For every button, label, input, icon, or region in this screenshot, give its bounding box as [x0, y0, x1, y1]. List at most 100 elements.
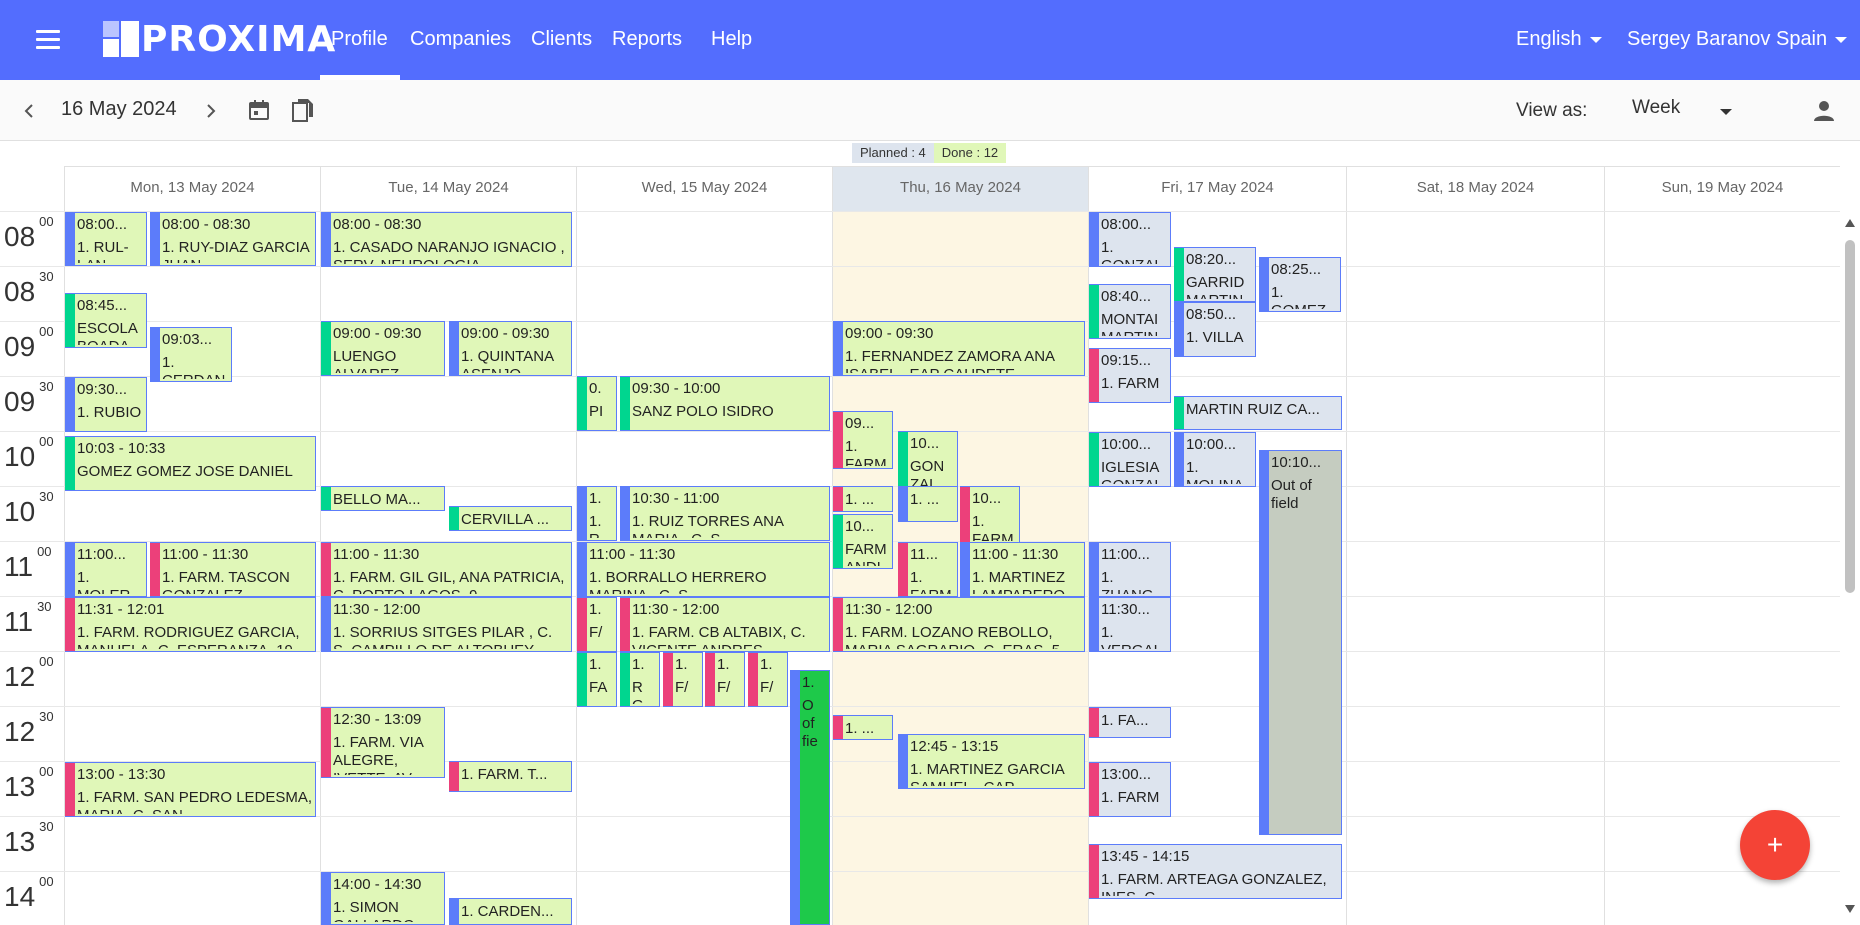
calendar-event[interactable]: CERVILLA ... [449, 506, 572, 531]
event-title: 1. MARTINEZ LAMPARERO [972, 569, 1066, 594]
language-select[interactable]: English [1516, 28, 1602, 51]
calendar-event[interactable]: 1. F/ [705, 652, 745, 707]
calendar-event[interactable]: 10... 1. FARM [960, 486, 1020, 544]
calendar-event[interactable]: 1. FARM. T... [449, 761, 572, 792]
calendar-event[interactable]: 09:15... 1. FARM [1089, 348, 1171, 403]
calendar-event[interactable]: 1. F/ [577, 597, 617, 652]
calendar-icon[interactable] [248, 99, 270, 121]
calendar-event[interactable]: 12:45 - 13:15 1. MARTINEZ GARCIA SAMUEL ,… [898, 734, 1085, 789]
calendar-event[interactable]: 08:45... ESCOLA BOADA [65, 293, 147, 348]
calendar-event[interactable]: 1. R G [620, 652, 660, 707]
calendar-event[interactable]: 14:00 - 14:30 1. SIMON GALLARDO [321, 872, 445, 925]
calendar-event[interactable]: 10:00... 1. MOLINA [1174, 432, 1256, 487]
calendar-event[interactable]: 1. F/ [748, 652, 788, 707]
calendar-event[interactable]: 10... GON ZAL [898, 431, 958, 489]
event-title: 1. FARM. VIA ALEGRE, IVETTE, AV... [333, 734, 424, 775]
calendar-event[interactable]: 09:00 - 09:30 1. QUINTANA ASENJO [449, 321, 572, 376]
calendar-event[interactable]: 1. ... [833, 715, 893, 740]
current-date[interactable]: 16 May 2024 [61, 98, 177, 121]
calendar-event[interactable]: 08:50... 1. VILLA [1174, 302, 1256, 357]
calendar-event[interactable]: 11:00... 1. MOLER... [65, 542, 147, 597]
calendar-event[interactable]: MARTIN RUIZ CA... [1174, 396, 1342, 430]
calendar-event[interactable]: 11... 1. FARM [898, 542, 958, 597]
calendar-event[interactable]: 08:20... GARRID MARTIN [1174, 247, 1256, 302]
event-title: 1. ZHANG [1101, 569, 1154, 594]
calendar-event[interactable]: 1. ... [833, 486, 893, 512]
calendar-event[interactable]: 12:30 - 13:09 1. FARM. VIA ALEGRE, IVETTE… [321, 707, 445, 778]
event-status-bar [620, 653, 630, 706]
nav-help[interactable]: Help [711, 28, 752, 51]
calendar-event[interactable]: BELLO MA... [321, 486, 445, 511]
calendar-event[interactable]: 13:00... 1. FARM [1089, 762, 1171, 817]
calendar-event[interactable]: 10:30 - 11:00 1. RUIZ TORRES ANA MARIA , … [620, 486, 830, 541]
event-status-bar [1259, 451, 1269, 834]
event-title: 1. FARM [1101, 789, 1160, 806]
calendar-event[interactable]: 10:10... Out of field [1259, 450, 1342, 835]
calendar-event[interactable]: 11:30 - 12:00 1. FARM. LOZANO REBOLLO, MA… [833, 597, 1085, 652]
calendar-event[interactable]: 08:40... MONTAI MARTIN [1089, 284, 1171, 339]
calendar-event[interactable]: 11:31 - 12:01 1. FARM. RODRIGUEZ GARCIA, … [65, 597, 316, 652]
view-select[interactable]: Week [1632, 97, 1742, 127]
calendar-event[interactable]: 10:03 - 10:33 GOMEZ GOMEZ JOSE DANIEL [65, 436, 316, 491]
time-slot-label: 10 00 [4, 434, 54, 473]
calendar-event[interactable]: 11:00 - 11:30 1. FARM. TASCON GONZALEZ [150, 542, 316, 597]
calendar-event[interactable]: 1. FA... [1089, 707, 1171, 738]
view-as-label: View as: [1516, 100, 1588, 121]
event-time: 09:03... [162, 331, 213, 348]
event-title: GOMEZ GOMEZ JOSE DANIEL [77, 463, 293, 480]
chevron-down-icon [1720, 109, 1732, 115]
calendar-event[interactable]: 09... 1. FARM [833, 411, 893, 469]
hamburger-menu-icon[interactable] [36, 28, 62, 50]
event-title: 1. FARM. RODRIGUEZ GARCIA, MANUELA, C. E… [77, 624, 300, 649]
nav-reports[interactable]: Reports [612, 28, 682, 51]
calendar-event[interactable]: 09:30 - 10:00 SANZ POLO ISIDRO [620, 376, 830, 431]
calendar-event[interactable]: 11:00 - 11:30 1. MARTINEZ LAMPARERO [960, 542, 1085, 597]
hour-text: 11 [4, 551, 34, 582]
calendar-event[interactable]: 11:30... 1. VERGAI [1089, 597, 1171, 652]
calendar-event[interactable]: 1. O of fie [790, 670, 830, 925]
calendar-event[interactable]: 13:00 - 13:30 1. FARM. SAN PEDRO LEDESMA,… [65, 762, 316, 817]
calendar-event[interactable]: 08:00 - 08:30 1. RUY-DIAZ GARCIA JUAN [150, 212, 316, 266]
calendar-event[interactable]: 11:00 - 11:30 1. BORRALLO HERRERO MARINA … [577, 542, 830, 597]
calendar-event[interactable]: 11:30 - 12:00 1. SORRIUS SITGES PILAR , C… [321, 597, 572, 652]
calendar-event[interactable]: 08:00... 1. RUL-LAN... [65, 212, 147, 266]
copy-icon[interactable] [292, 98, 314, 122]
event-title: F/ [760, 679, 774, 696]
user-menu[interactable]: Sergey Baranov Spain [1627, 28, 1848, 51]
calendar-event[interactable]: 1. F/ [663, 652, 703, 707]
event-status-bar [1089, 433, 1099, 486]
nav-profile[interactable]: Profile [331, 28, 388, 51]
calendar-event[interactable]: 1. CARDEN... [449, 898, 572, 925]
calendar-event[interactable]: 10:00... IGLESIA GONZAL [1089, 432, 1171, 487]
calendar-event[interactable]: 13:45 - 14:15 1. FARM. ARTEAGA GONZALEZ, … [1089, 844, 1342, 899]
event-status-bar [1089, 349, 1099, 402]
calendar-event[interactable]: 0. PI [577, 376, 617, 431]
scrollbar-thumb[interactable] [1845, 240, 1855, 593]
event-status-bar [449, 322, 459, 375]
previous-week-icon[interactable] [20, 102, 38, 120]
calendar-event[interactable]: 1. FA [577, 652, 617, 707]
calendar-event[interactable]: 08:00 - 08:30 1. CASADO NARANJO IGNACIO ,… [321, 212, 572, 267]
event-status-bar [1174, 248, 1184, 301]
calendar-event[interactable]: 08:25... 1. GOMEZ [1259, 257, 1341, 312]
nav-clients[interactable]: Clients [531, 28, 592, 51]
event-status-bar [790, 671, 800, 924]
add-event-button[interactable]: + [1740, 810, 1810, 880]
calendar-event[interactable]: 10... FARM ANDI [833, 514, 893, 569]
calendar-event[interactable]: 09:00 - 09:30 1. FERNANDEZ ZAMORA ANA ISA… [833, 321, 1085, 376]
person-icon[interactable] [1812, 99, 1836, 123]
calendar-event[interactable]: 11:00... 1. ZHANG [1089, 542, 1171, 597]
scroll-down-icon[interactable] [1845, 905, 1855, 913]
next-week-icon[interactable] [202, 102, 220, 120]
calendar-event[interactable]: 08:00... 1. GONZAL [1089, 212, 1171, 267]
nav-companies[interactable]: Companies [410, 28, 511, 51]
scroll-up-icon[interactable] [1845, 219, 1855, 227]
calendar-event[interactable]: 1. ... [898, 486, 958, 522]
calendar-event[interactable]: 1. 1. R [577, 486, 617, 541]
calendar-event[interactable]: 09:00 - 09:30 LUENGO ALVAREZ [321, 321, 445, 376]
calendar-event[interactable]: 09:03... 1. CERDAN [150, 327, 232, 382]
proxima-logo[interactable]: PROXIMA [103, 19, 336, 60]
calendar-event[interactable]: 11:30 - 12:00 1. FARM. CB ALTABIX, C. VIC… [620, 597, 830, 652]
calendar-event[interactable]: 09:30... 1. RUBIO [65, 377, 147, 432]
calendar-event[interactable]: 11:00 - 11:30 1. FARM. GIL GIL, ANA PATRI… [321, 542, 572, 597]
